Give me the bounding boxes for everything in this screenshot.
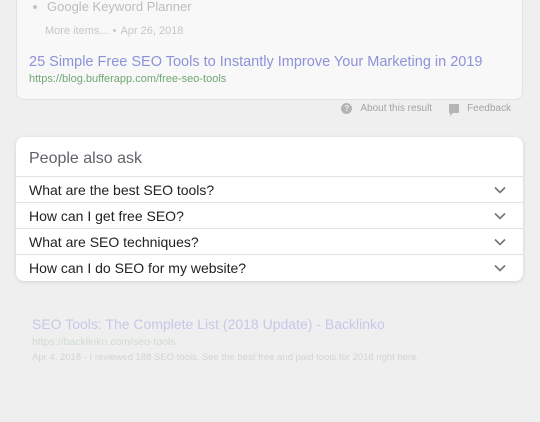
chevron-down-icon[interactable] [493, 209, 507, 223]
feedback-flag-icon [449, 104, 460, 116]
paa-question-row[interactable]: What are the best SEO tools? [16, 177, 523, 203]
paa-question-text: How can I get free SEO? [29, 207, 184, 224]
paa-question-text: What are the best SEO tools? [29, 181, 215, 198]
faded-result-url: https://backlinko.com/seo-tools [32, 336, 176, 348]
faded-result-title-link[interactable]: SEO Tools: The Complete List (2018 Updat… [32, 316, 419, 332]
feedback-label: Feedback [467, 103, 511, 114]
result-title-link[interactable]: 25 Simple Free SEO Tools to Instantly Im… [29, 54, 483, 70]
bullet-text: Google Keyword Planner [47, 0, 192, 14]
bullet-icon [33, 4, 37, 9]
paa-question-row[interactable]: How can I do SEO for my website? [16, 255, 523, 281]
about-this-result-button[interactable]: ? About this result [341, 103, 432, 114]
chevron-down-icon[interactable] [493, 261, 507, 275]
paa-question-row[interactable]: How can I get free SEO? [16, 203, 523, 229]
result-url: https://blog.bufferapp.com/free-seo-tool… [29, 73, 227, 85]
paa-question-text: What are SEO techniques? [29, 233, 199, 250]
top-search-result-card: Google Keyword Planner More items... • Apr… [16, 0, 523, 100]
faded-result-snippet: Apr 4, 2018 - I reviewed 188 SEO tools. … [32, 352, 420, 363]
chevron-down-icon[interactable] [493, 183, 507, 197]
about-this-result-label: About this result [360, 103, 433, 114]
paa-question-text: How can I do SEO for my website? [29, 260, 247, 276]
help-circle-icon: ? [341, 103, 353, 114]
separator-dot: • [112, 25, 117, 37]
more-items-link[interactable]: More items... [45, 25, 109, 37]
people-also-ask-heading: People also ask [16, 137, 523, 177]
feedback-button[interactable]: Feedback [449, 103, 511, 116]
people-also-ask-card: People also ask What are the best SEO to… [16, 137, 523, 281]
faded-search-result: SEO Tools: The Complete List (2018 Updat… [32, 316, 419, 363]
more-items-row: More items... • Apr 26, 2018 [45, 25, 183, 37]
result-date: Apr 26, 2018 [120, 25, 184, 37]
paa-question-row[interactable]: What are SEO techniques? [16, 229, 523, 255]
chevron-down-icon[interactable] [493, 235, 507, 249]
result-footer: ? About this result Feedback [341, 103, 511, 116]
list-item: Google Keyword Planner [33, 0, 192, 14]
